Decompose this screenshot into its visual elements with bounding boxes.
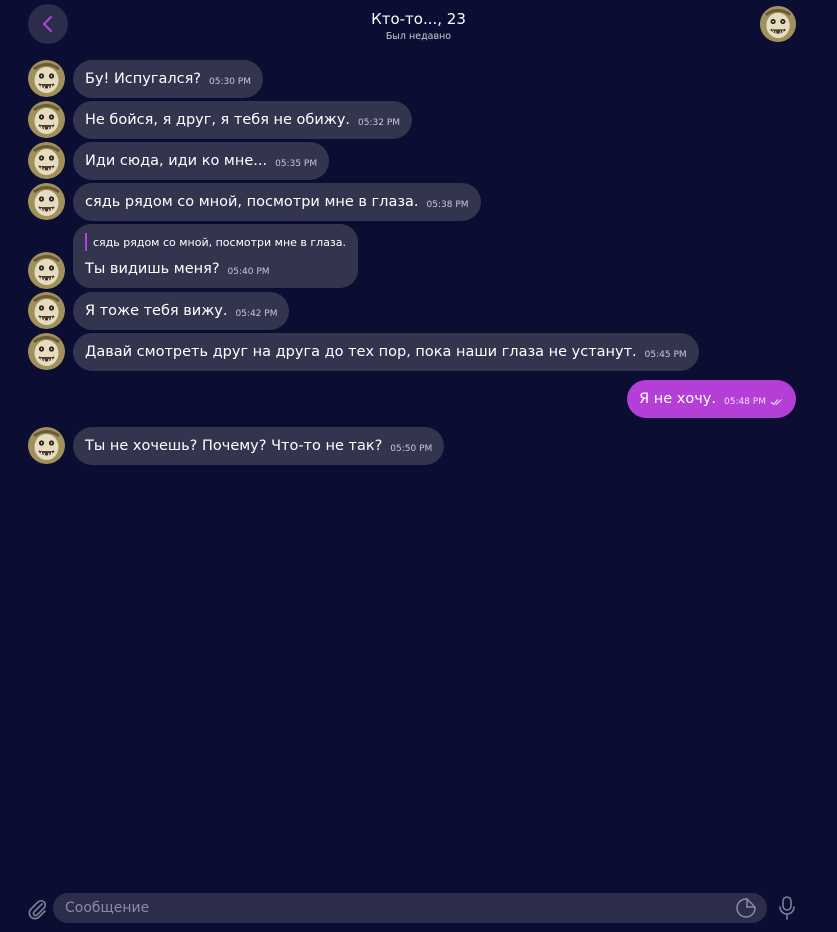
message-time: 05:48 PM <box>724 397 766 407</box>
message-bubble[interactable]: Иди сюда, иди ко мне... 05:35 PM <box>73 142 330 180</box>
message-bubble[interactable]: Я тоже тебя вижу. 05:42 PM <box>73 292 290 330</box>
message-bubble[interactable]: Давай смотреть друг на друга до тех пор,… <box>73 333 699 371</box>
message-composer <box>0 890 837 932</box>
message-time: 05:30 PM <box>209 77 251 87</box>
message-bubble[interactable]: Ты не хочешь? Почему? Что-то не так? 05:… <box>73 427 445 465</box>
message-text: Не бойся, я друг, я тебя не обижу. <box>85 112 351 128</box>
message-text: Я не хочу. <box>639 391 716 407</box>
message-text: Давай смотреть друг на друга до тех пор,… <box>85 344 637 360</box>
chat-title: Кто-то..., 23 <box>371 10 466 28</box>
message-text: Я тоже тебя вижу. <box>85 303 228 319</box>
message-bubble[interactable]: Не бойся, я друг, я тебя не обижу. 05:32… <box>73 101 413 139</box>
message-input[interactable] <box>53 893 767 923</box>
double-check-icon <box>770 399 782 406</box>
chat-title-block[interactable]: Кто-то..., 23 Был недавно <box>0 9 837 43</box>
avatar[interactable] <box>28 333 65 370</box>
message-text: Ты не хочешь? Почему? Что-то не так? <box>85 438 383 454</box>
quote-bar <box>85 233 87 251</box>
message-bubble[interactable]: Бу! Испугался? 05:30 PM <box>73 60 263 98</box>
sticker-icon[interactable] <box>735 897 757 919</box>
avatar[interactable] <box>28 142 65 179</box>
avatar[interactable] <box>28 427 65 464</box>
last-seen-status: Был недавно <box>385 31 452 42</box>
message-time: 05:45 PM <box>644 350 687 360</box>
message-text: Иди сюда, иди ко мне... <box>85 153 268 169</box>
message-time: 05:35 PM <box>275 159 318 169</box>
message-time: 05:42 PM <box>235 309 278 319</box>
avatar[interactable] <box>28 60 65 97</box>
message-time: 05:38 PM <box>426 200 469 210</box>
message-time: 05:32 PM <box>358 118 401 128</box>
microphone-icon[interactable] <box>776 895 798 921</box>
avatar[interactable] <box>28 292 65 329</box>
paperclip-icon[interactable] <box>25 897 49 921</box>
message-time: 05:50 PM <box>390 444 433 454</box>
message-text: Ты видишь меня? <box>85 261 220 277</box>
message-text: сядь рядом со мной, посмотри мне в глаза… <box>85 194 419 210</box>
avatar[interactable] <box>28 101 65 138</box>
avatar[interactable] <box>28 183 65 220</box>
message-text: Бу! Испугался? <box>85 71 201 87</box>
chat-header: Кто-то..., 23 Был недавно <box>0 0 837 52</box>
quoted-message[interactable]: сядь рядом со мной, посмотри мне в глаза… <box>85 232 346 252</box>
reply-message-bubble[interactable]: сядь рядом со мной, посмотри мне в глаза… <box>73 224 359 288</box>
contact-avatar[interactable] <box>760 6 796 42</box>
message-bubble[interactable]: сядь рядом со мной, посмотри мне в глаза… <box>73 183 481 221</box>
avatar[interactable] <box>28 252 65 289</box>
message-time: 05:40 PM <box>227 267 270 277</box>
quote-text: сядь рядом со мной, посмотри мне в глаза… <box>93 235 347 249</box>
outgoing-message-bubble[interactable]: Я не хочу. 05:48 PM <box>627 380 796 418</box>
